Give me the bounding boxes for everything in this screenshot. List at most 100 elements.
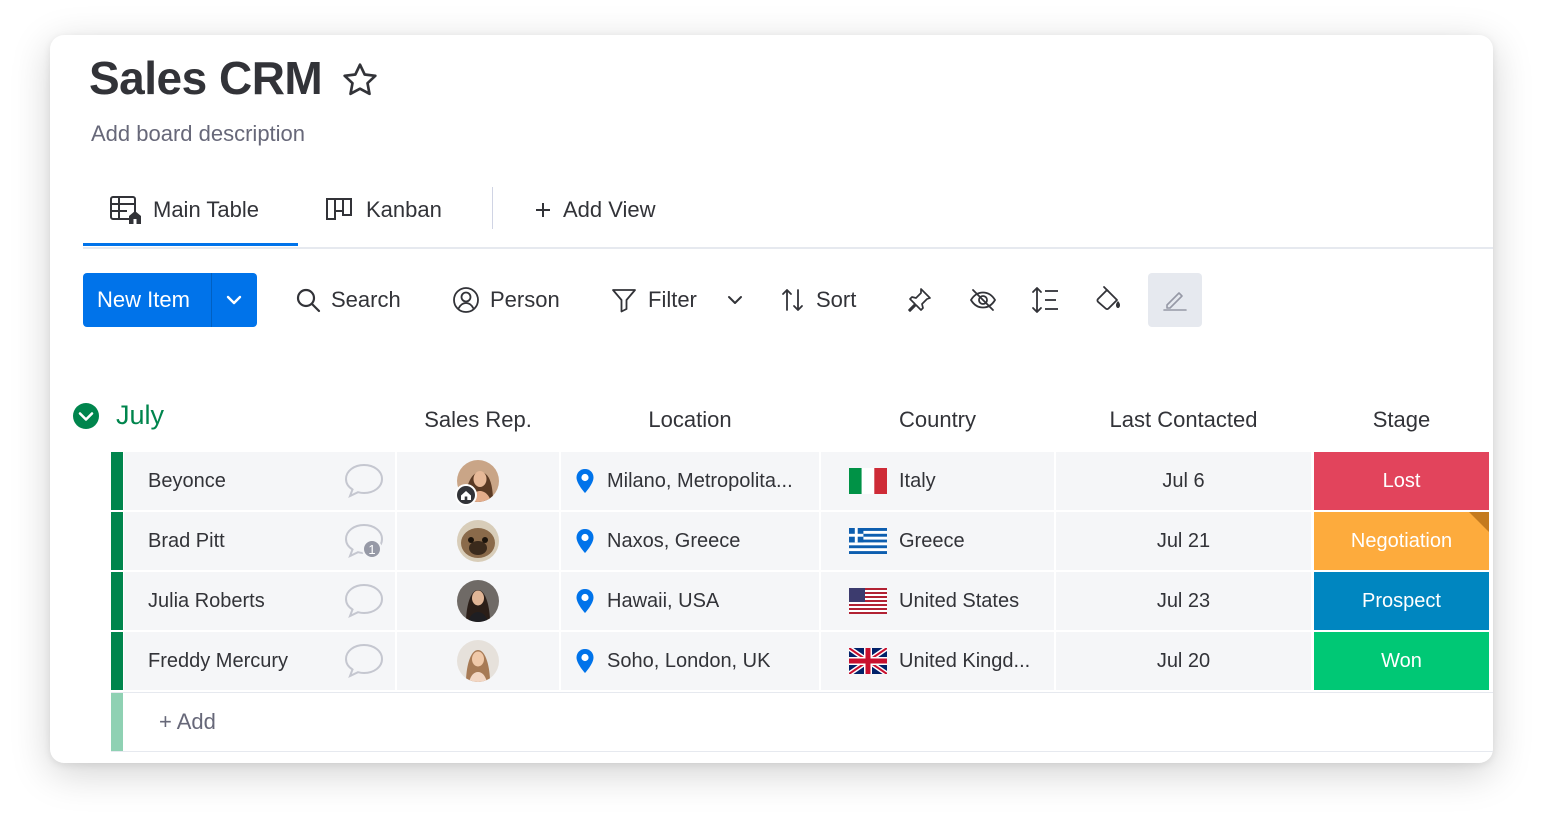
item-name-cell[interactable]: Julia Roberts [124,572,395,630]
home-badge-icon [455,484,477,506]
avatar[interactable] [457,520,499,562]
new-item-button[interactable]: New Item [83,273,257,327]
item-name-cell[interactable]: Brad Pitt 1 [124,512,395,570]
updates-count: 1 [368,542,375,557]
table-home-icon [110,196,141,224]
last-contacted-cell[interactable]: Jul 21 [1056,512,1311,570]
location-text: Naxos, Greece [607,529,741,552]
usa-flag-icon [849,588,887,614]
country-text: Greece [899,529,965,552]
stage-status-label[interactable]: Lost [1314,452,1489,510]
country-cell[interactable]: Greece [821,512,1054,570]
add-item-row[interactable]: + Add [111,692,1493,752]
person-label: Person [490,287,560,312]
last-contacted-cell[interactable]: Jul 6 [1056,452,1311,510]
last-contacted-cell[interactable]: Jul 20 [1056,632,1311,690]
filter-label: Filter [648,287,697,312]
item-name[interactable]: Julia Roberts [148,590,265,613]
search-icon [296,288,321,313]
sales-rep-cell[interactable] [397,572,559,630]
item-name[interactable]: Beyonce [148,470,226,493]
location-pin-icon [576,469,594,493]
sales-rep-cell[interactable] [397,452,559,510]
filter-button[interactable]: Filter [610,273,697,327]
column-header-location[interactable]: Location [561,407,819,433]
pin-icon[interactable] [892,273,946,327]
add-item-label[interactable]: + Add [159,709,216,735]
column-header-sales-rep[interactable]: Sales Rep. [397,407,559,433]
add-view-button[interactable]: Add View [533,175,656,245]
column-header-stage[interactable]: Stage [1314,407,1489,433]
tab-kanban[interactable]: Kanban [324,175,442,245]
stage-status-label[interactable]: Negotiation [1314,512,1489,570]
group-title[interactable]: July [116,400,164,431]
hide-eye-icon[interactable] [956,273,1010,327]
board-window: Sales CRM Add board description Main Tab… [50,35,1493,763]
column-header-last-contacted[interactable]: Last Contacted [1056,407,1311,433]
location-pin-icon [576,529,594,553]
tab-main-table[interactable]: Main Table [109,175,259,245]
sales-rep-cell[interactable] [397,632,559,690]
board-description[interactable]: Add board description [91,121,305,147]
location-cell[interactable]: Soho, London, UK [561,632,819,690]
board-toolbar: New Item Search Person Filter Sort [83,273,1493,329]
country-text: Italy [899,469,936,492]
table-row: Julia Roberts Hawaii, USA United States … [111,572,1493,630]
updates-bubble-icon[interactable] [343,461,385,501]
item-name[interactable]: Freddy Mercury [148,650,288,673]
view-tabs: Main Table Kanban Add View [83,175,1493,249]
location-text: Milano, Metropolita... [607,469,793,492]
avatar[interactable] [457,640,499,682]
group-header[interactable]: July [72,400,164,431]
item-name-cell[interactable]: Beyonce [124,452,395,510]
chevron-down-icon[interactable] [211,273,257,327]
location-cell[interactable]: Hawaii, USA [561,572,819,630]
sales-rep-cell[interactable] [397,512,559,570]
table-row: Freddy Mercury Soho, London, UK United K… [111,632,1493,690]
country-cell[interactable]: Italy [821,452,1054,510]
location-text: Hawaii, USA [607,589,720,612]
favorite-star-icon[interactable] [340,60,380,105]
stage-status-label[interactable]: Prospect [1314,572,1489,630]
filter-dropdown-chevron-icon[interactable] [707,273,763,327]
search-label: Search [331,287,401,312]
search-button[interactable]: Search [295,273,401,327]
location-pin-icon [576,649,594,673]
sort-button[interactable]: Sort [780,273,856,327]
kanban-icon [326,198,352,220]
group-collapse-icon[interactable] [72,402,100,430]
italy-flag-icon [849,468,887,494]
board-title[interactable]: Sales CRM [89,51,323,105]
location-cell[interactable]: Naxos, Greece [561,512,819,570]
last-contacted-cell[interactable]: Jul 23 [1056,572,1311,630]
updates-bubble-icon[interactable]: 1 [343,521,385,561]
tab-divider [492,187,493,229]
column-header-country[interactable]: Country [821,407,1054,433]
edit-pencil-icon[interactable] [1148,273,1202,327]
fold-corner-icon [1469,512,1489,532]
table-row: Beyonce Milano, Metropolita... Italy Jul… [111,452,1493,510]
avatar[interactable] [457,580,499,622]
tab-main-table-label: Main Table [153,197,259,222]
uk-flag-icon [849,648,887,674]
person-filter-button[interactable]: Person [452,273,560,327]
updates-bubble-icon[interactable] [343,641,385,681]
person-icon [453,287,479,313]
location-text: Soho, London, UK [607,649,771,672]
item-name-cell[interactable]: Freddy Mercury [124,632,395,690]
stage-status-label[interactable]: Won [1314,632,1489,690]
group-color-bar-light [111,693,123,751]
item-name[interactable]: Brad Pitt [148,530,225,553]
group-color-bar [111,512,123,570]
row-height-icon[interactable] [1019,273,1073,327]
country-cell[interactable]: United States [821,572,1054,630]
country-cell[interactable]: United Kingd... [821,632,1054,690]
location-cell[interactable]: Milano, Metropolita... [561,452,819,510]
country-text: United States [899,589,1020,612]
group-color-bar [111,572,123,630]
updates-bubble-icon[interactable] [343,581,385,621]
paint-bucket-icon[interactable] [1082,273,1136,327]
active-tab-indicator [83,243,298,246]
country-text: United Kingd... [899,649,1031,672]
table-row: Brad Pitt 1 Naxos, Greece Greece Jul 21 … [111,512,1493,570]
